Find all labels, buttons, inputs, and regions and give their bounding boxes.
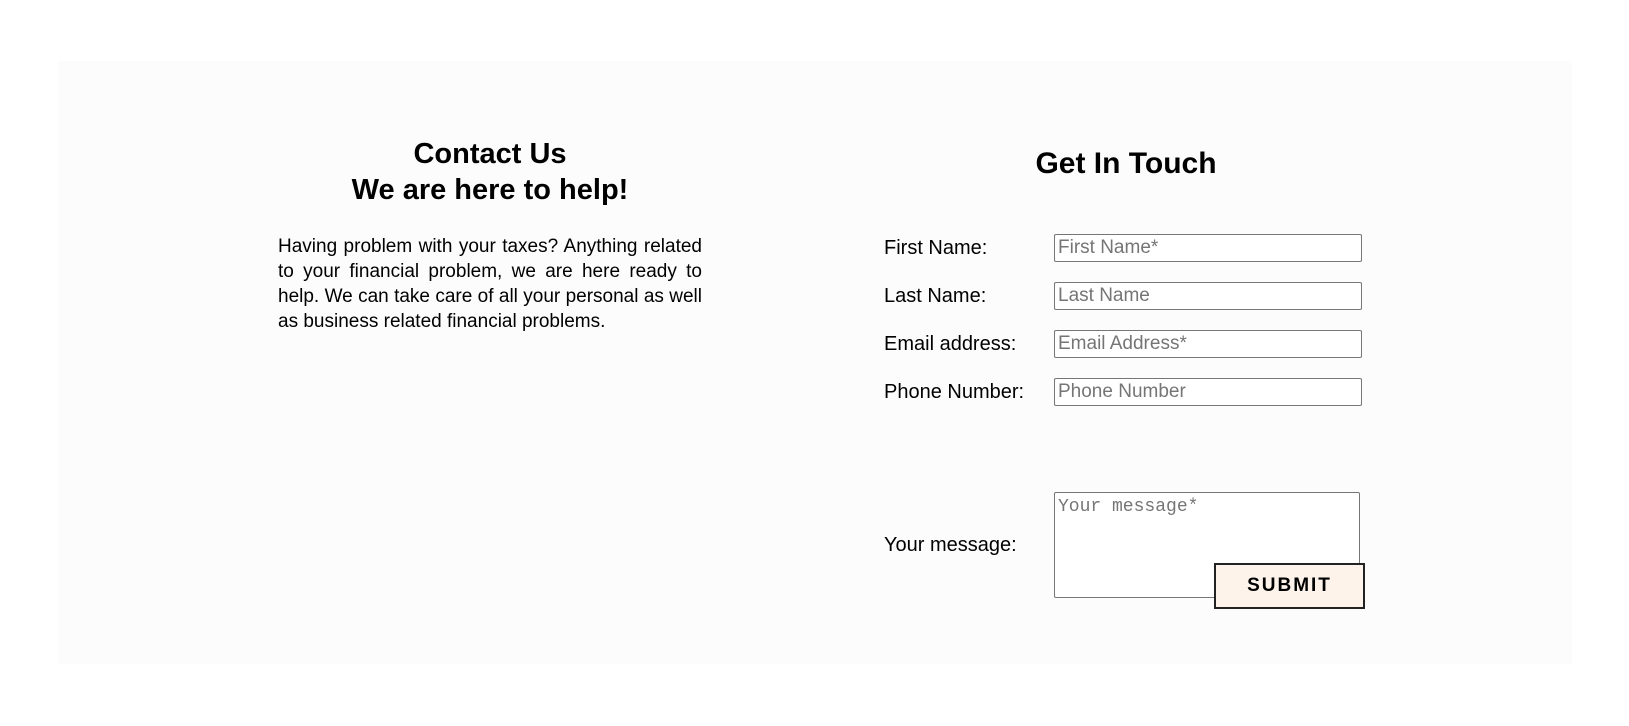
contact-heading-line2: We are here to help!	[351, 174, 629, 206]
contact-form: Get In Touch First Name: Last Name: Emai…	[884, 146, 1368, 598]
phone-input[interactable]	[1054, 378, 1362, 406]
first-name-label: First Name:	[884, 237, 988, 259]
last-name-row: Last Name:	[884, 281, 1368, 311]
last-name-input[interactable]	[1054, 282, 1362, 310]
first-name-input[interactable]	[1054, 234, 1362, 262]
email-input[interactable]	[1054, 330, 1362, 358]
message-label: Your message:	[884, 534, 1017, 556]
contact-heading-line1: Contact Us	[413, 138, 567, 170]
last-name-label: Last Name:	[884, 285, 987, 307]
phone-row: Phone Number:	[884, 377, 1368, 407]
phone-label: Phone Number:	[884, 381, 1025, 403]
submit-button[interactable]: SUBMIT	[1214, 563, 1365, 609]
contact-heading: Contact Us We are here to help!	[278, 136, 702, 208]
first-name-row: First Name:	[884, 233, 1368, 263]
contact-info-section: Contact Us We are here to help! Having p…	[278, 136, 702, 334]
contact-description: Having problem with your taxes? Anything…	[278, 236, 702, 332]
email-row: Email address:	[884, 329, 1368, 359]
form-title: Get In Touch	[1035, 147, 1217, 180]
email-label: Email address:	[884, 333, 1017, 355]
